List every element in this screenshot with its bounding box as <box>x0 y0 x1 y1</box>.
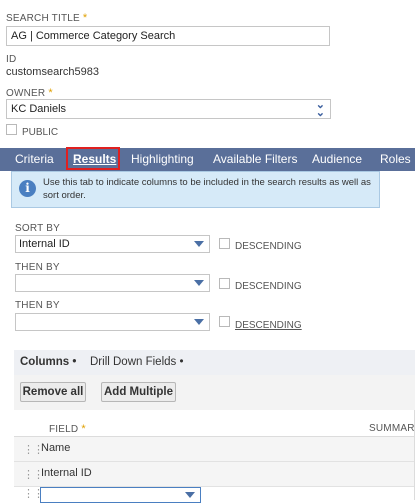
info-text: Use this tab to indicate columns to be i… <box>43 177 371 201</box>
descending-checkbox-1[interactable] <box>219 238 230 249</box>
tab-available-filters[interactable]: Available Filters <box>213 148 297 171</box>
id-value: customsearch5983 <box>6 66 99 78</box>
descending-label-3: DESCENDING <box>235 320 302 331</box>
drag-handle-icon[interactable]: ⋮⋮ <box>23 468 44 481</box>
results-subtabs: Columns • Drill Down Fields • <box>14 350 415 375</box>
caret-down-icon <box>185 492 195 498</box>
owner-select[interactable]: KC Daniels ⌄ ⌄ <box>6 99 331 119</box>
descending-label-2: DESCENDING <box>235 281 302 292</box>
descending-checkbox-2[interactable] <box>219 278 230 289</box>
sort-by-select[interactable]: Internal ID <box>15 235 210 253</box>
caret-down-icon <box>194 319 204 325</box>
tab-bar: Criteria Results Highlighting Available … <box>0 148 415 171</box>
active-tab-highlight <box>66 147 120 170</box>
id-label: ID <box>6 54 17 65</box>
remove-all-button[interactable]: Remove all <box>20 382 86 402</box>
search-title-input[interactable]: AG | Commerce Category Search <box>6 26 330 46</box>
add-multiple-button[interactable]: Add Multiple <box>101 382 176 402</box>
sort-by-label: SORT BY <box>15 223 60 234</box>
caret-down-icon <box>194 280 204 286</box>
info-icon: i <box>19 180 36 197</box>
table-row[interactable]: ⋮⋮ Name <box>14 437 415 462</box>
tab-audience[interactable]: Audience <box>312 148 362 171</box>
then-by-label-2: THEN BY <box>15 300 60 311</box>
table-row[interactable]: ⋮⋮ Internal ID <box>14 462 415 487</box>
subtab-drill-down-fields[interactable]: Drill Down Fields • <box>90 350 184 375</box>
subtab-columns[interactable]: Columns • <box>20 350 76 375</box>
new-field-select[interactable] <box>40 487 201 503</box>
then-by-select-1[interactable] <box>15 274 210 292</box>
columns-grid: FIELD* SUMMARY ⋮⋮ Name ⋮⋮ Internal ID ⋮⋮ <box>14 410 415 503</box>
tab-highlighting[interactable]: Highlighting <box>131 148 194 171</box>
field-cell: Name <box>41 442 71 454</box>
drag-handle-icon[interactable]: ⋮⋮ <box>23 443 44 456</box>
then-by-label-1: THEN BY <box>15 262 60 273</box>
search-title-label: SEARCH TITLE * <box>6 12 88 24</box>
descending-checkbox-3[interactable] <box>219 316 230 327</box>
owner-label: OWNER * <box>6 87 53 99</box>
grid-header: FIELD* SUMMARY <box>14 410 415 437</box>
tab-criteria[interactable]: Criteria <box>15 148 54 171</box>
field-cell: Internal ID <box>41 467 92 479</box>
public-label: PUBLIC <box>22 127 59 138</box>
info-banner: i Use this tab to indicate columns to be… <box>11 171 380 208</box>
summary-column-header: SUMMARY <box>369 423 415 434</box>
public-checkbox[interactable] <box>6 124 17 135</box>
new-table-row[interactable]: ⋮⋮ <box>14 487 415 503</box>
field-column-header: FIELD * <box>49 423 86 435</box>
double-chevron-down-icon: ⌄ ⌄ <box>315 99 325 119</box>
then-by-select-2[interactable] <box>15 313 210 331</box>
descending-label-1: DESCENDING <box>235 241 302 252</box>
tab-roles[interactable]: Roles <box>380 148 411 171</box>
caret-down-icon <box>194 241 204 247</box>
